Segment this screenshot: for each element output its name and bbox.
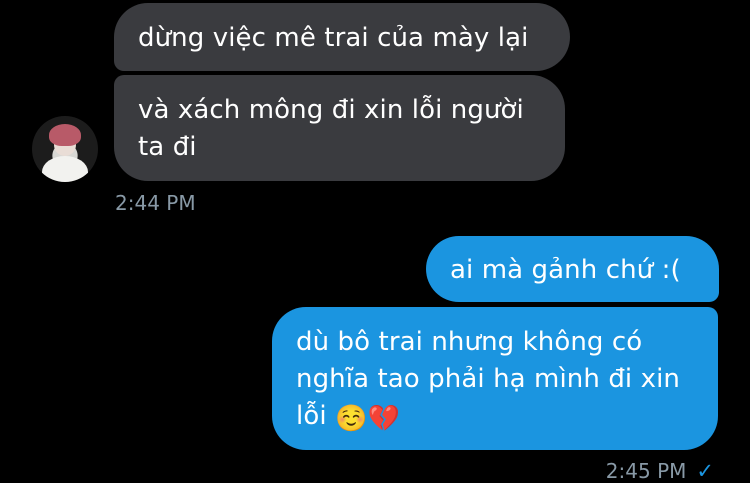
outgoing-message[interactable]: ai mà gảnh chứ :(	[426, 236, 719, 302]
user-avatar[interactable]	[32, 116, 98, 182]
smiling-face-emoji: ☺️	[335, 404, 368, 434]
message-text: và xách mông đi xin lỗi người ta đi	[138, 95, 524, 162]
message-text: ai mà gảnh chứ :(	[450, 255, 681, 285]
conversation-thread: dừng việc mê trai của mày lại và xách mô…	[0, 0, 750, 483]
message-timestamp: 2:45 PM	[605, 459, 687, 483]
message-status: 2:45 PM ✓	[606, 459, 714, 483]
checkmark-icon: ✓	[696, 459, 714, 483]
incoming-message[interactable]: và xách mông đi xin lỗi người ta đi	[114, 75, 565, 181]
outgoing-message[interactable]: dù bô trai nhưng không có nghĩa tao phải…	[272, 307, 718, 450]
message-timestamp: 2:44 PM	[115, 191, 196, 215]
avatar-hair	[49, 124, 81, 146]
avatar-shirt	[42, 156, 88, 182]
broken-heart-emoji: 💔	[367, 404, 400, 434]
message-text: dừng việc mê trai của mày lại	[138, 23, 529, 53]
incoming-message[interactable]: dừng việc mê trai của mày lại	[114, 3, 570, 71]
